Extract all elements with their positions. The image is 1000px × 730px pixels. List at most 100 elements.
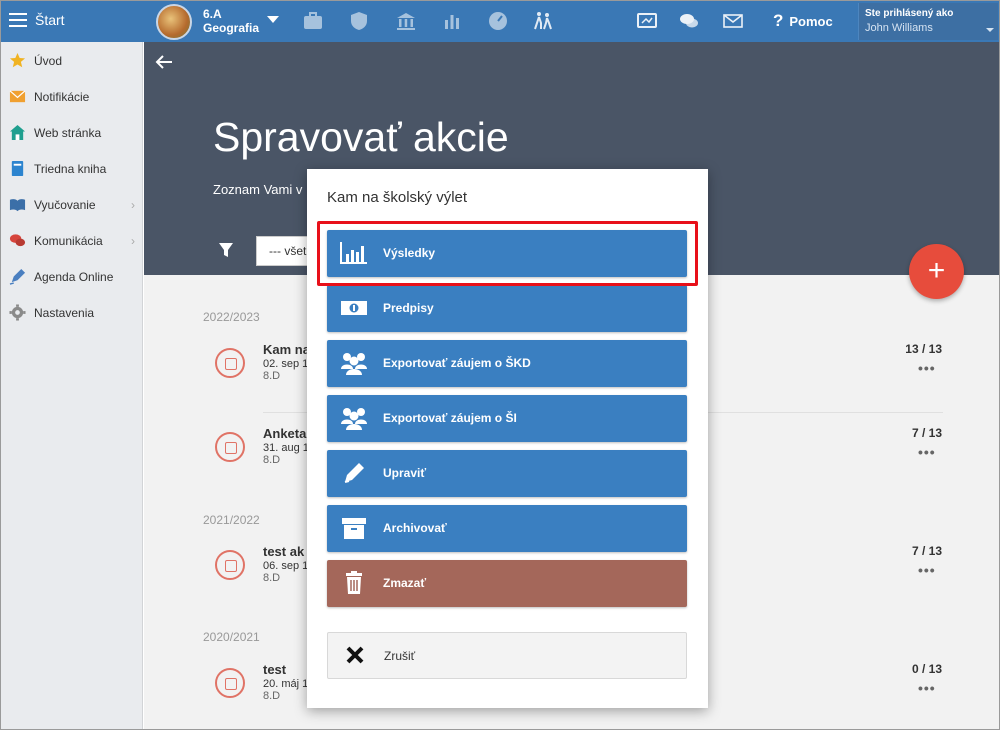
sidebar-item-komunikacia[interactable]: Komunikácia › [1,222,143,258]
item-title: Anketa [263,426,307,441]
sidebar-item-label: Agenda Online [34,270,114,284]
class-avatar[interactable] [156,4,192,40]
fees-button[interactable]: Predpisy [327,285,687,332]
export-si-button[interactable]: Exportovať záujem o ŠI [327,395,687,442]
start-link[interactable]: Štart [35,12,65,28]
fees-label: Predpisy [383,301,434,315]
envelope-icon[interactable] [722,10,744,32]
user-caption: Ste prihlásený ako [865,8,954,19]
sidebar-item-agenda-online[interactable]: Agenda Online [1,258,143,294]
item-class: 8.D [263,454,281,466]
user-menu[interactable]: Ste prihlásený ako John Williams [858,3,998,40]
more-options-icon[interactable]: ••• [918,360,936,376]
more-options-icon[interactable]: ••• [918,680,936,696]
filter-icon[interactable] [218,242,234,258]
gear-icon [9,304,26,321]
delete-button[interactable]: Zmazať [327,560,687,607]
delete-label: Zmazať [383,576,427,590]
item-date: 02. sep 1 [263,358,309,370]
item-title: test [263,662,287,677]
chart-icon[interactable] [441,10,463,32]
item-date: 20. máj 1 [263,678,309,690]
archive-button[interactable]: Archivovať [327,505,687,552]
bank-icon[interactable] [395,10,417,32]
plus-icon: + [927,254,946,287]
chevron-right-icon: › [131,234,135,248]
chevron-down-icon [986,28,994,32]
money-icon [341,301,367,315]
cancel-label: Zrušiť [384,649,416,663]
sidebar: Úvod Notifikácie Web stránka Triedna kni… [1,42,143,729]
chat-icon [9,234,26,247]
trash-icon [346,571,362,594]
pencil-icon [344,463,364,483]
pen-icon [9,268,26,285]
item-count: 7 / 13 [911,426,942,440]
bar-chart-icon [340,242,367,264]
sidebar-item-nastavenia[interactable]: Nastavenia [1,294,143,330]
menu-icon[interactable] [9,13,27,27]
sidebar-item-label: Triedna kniha [34,162,107,176]
help-label: Pomoc [789,14,833,29]
app-window: Štart 6.A Geografia ? Pomoc Ste prihlásen… [0,0,1000,730]
home-icon [9,124,26,141]
results-button[interactable]: Výsledky [327,230,687,277]
chat-icon[interactable] [678,10,700,32]
back-arrow-icon[interactable] [154,52,174,72]
screen-icon[interactable] [636,10,658,32]
shield-icon[interactable] [348,10,370,32]
year-heading: 2022/2023 [203,310,260,324]
sidebar-item-triedna-kniha[interactable]: Triedna kniha [1,150,143,186]
chevron-down-icon[interactable] [267,16,279,23]
edit-label: Upraviť [383,466,427,480]
open-book-icon [9,199,26,212]
item-class: 8.D [263,572,281,584]
page-title: Spravovať akcie [213,114,509,160]
sidebar-item-vyucovanie[interactable]: Vyučovanie › [1,186,143,222]
item-title: Kam na [263,342,310,357]
checkbox-icon[interactable] [215,348,245,378]
gauge-icon[interactable] [487,10,509,32]
action-dialog: Kam na školský výlet Výsledky Predpisy E… [307,169,708,708]
sidebar-item-label: Úvod [34,54,63,68]
checkbox-icon[interactable] [215,550,245,580]
more-options-icon[interactable]: ••• [918,562,936,578]
export-skd-label: Exportovať záujem o ŠKD [383,356,531,370]
cancel-button[interactable]: Zrušiť [327,632,687,679]
archive-box-icon [342,518,366,539]
checkbox-icon[interactable] [215,668,245,698]
sidebar-item-uvod[interactable]: Úvod [1,42,143,78]
more-options-icon[interactable]: ••• [918,444,936,460]
sidebar-item-web-stranka[interactable]: Web stránka [1,114,143,150]
children-icon[interactable] [532,10,554,32]
sidebar-item-label: Notifikácie [34,90,90,104]
help-button[interactable]: ? Pomoc [773,11,833,31]
item-class: 8.D [263,370,281,382]
sidebar-item-label: Web stránka [34,126,102,140]
item-count: 7 / 13 [911,544,942,558]
page-subtitle: Zoznam Vami v [213,182,303,197]
add-button[interactable]: + [909,244,964,299]
results-label: Výsledky [383,246,436,260]
archive-label: Archivovať [383,521,447,535]
edit-button[interactable]: Upraviť [327,450,687,497]
dialog-title: Kam na školský výlet [327,189,468,206]
sidebar-item-label: Nastavenia [34,306,95,320]
sidebar-item-notifikacie[interactable]: Notifikácie [1,78,143,114]
users-icon [341,353,367,375]
close-icon [346,646,364,664]
item-count: 13 / 13 [905,342,942,356]
export-skd-button[interactable]: Exportovať záujem o ŠKD [327,340,687,387]
users-icon [341,408,367,430]
user-name: John Williams [865,22,933,34]
help-icon: ? [773,11,784,30]
checkbox-icon[interactable] [215,432,245,462]
item-title: test ak [263,544,305,559]
star-icon [9,52,26,68]
sidebar-item-label: Komunikácia [34,234,103,248]
top-bar: Štart 6.A Geografia ? Pomoc Ste prihlásen… [1,1,999,42]
class-selector[interactable]: 6.A Geografia [203,7,259,35]
briefcase-icon[interactable] [302,10,324,32]
item-class: 8.D [263,690,281,702]
item-date: 06. sep 1 [263,560,309,572]
